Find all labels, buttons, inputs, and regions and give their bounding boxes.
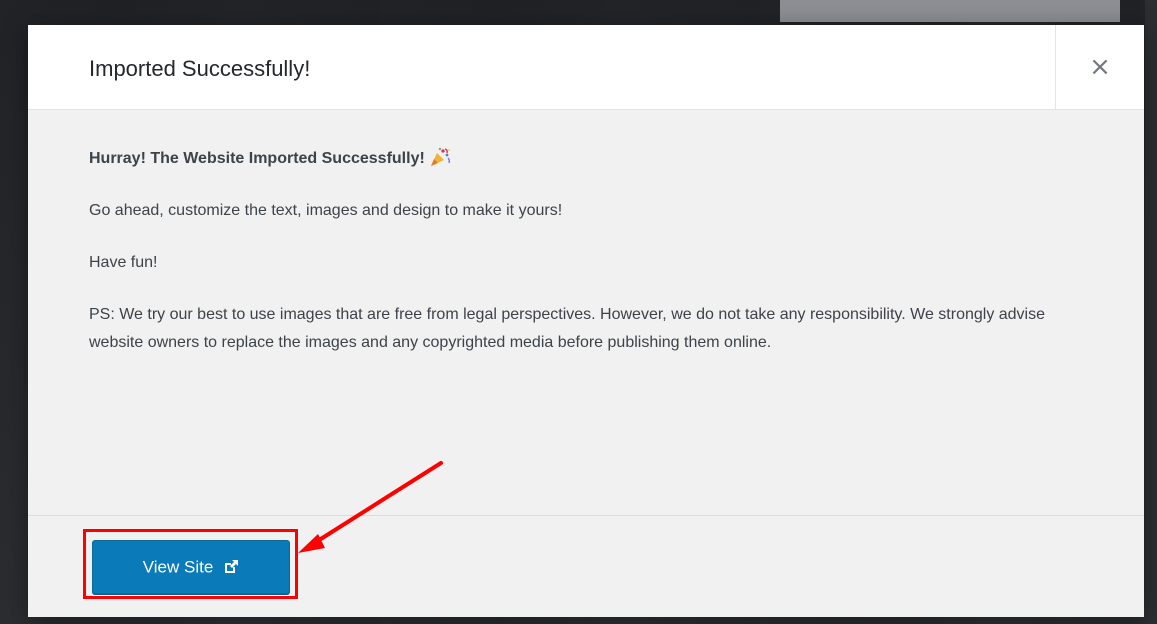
success-message-text: Hurray! The Website Imported Successfull… bbox=[89, 150, 425, 167]
view-site-label: View Site bbox=[142, 557, 214, 577]
close-button[interactable]: × bbox=[1055, 25, 1144, 109]
fun-message: Have fun! bbox=[89, 254, 158, 271]
modal-header: Imported Successfully! × bbox=[28, 25, 1144, 110]
disclaimer-message: PS: We try our best to use images that a… bbox=[89, 306, 1046, 351]
success-message: Hurray! The Website Imported Successfull… bbox=[89, 145, 1099, 173]
view-site-button[interactable]: View Site bbox=[92, 540, 290, 594]
backdrop-edge bbox=[1145, 0, 1157, 624]
import-success-modal: Imported Successfully! × Hurray! The Web… bbox=[28, 25, 1144, 617]
modal-title: Imported Successfully! bbox=[89, 56, 311, 81]
party-popper-icon bbox=[429, 147, 451, 167]
backdrop-highlight bbox=[780, 0, 1120, 22]
modal-body: Hurray! The Website Imported Successfull… bbox=[89, 145, 1099, 357]
customize-message: Go ahead, customize the text, images and… bbox=[89, 202, 563, 219]
external-link-icon bbox=[223, 559, 239, 575]
modal-footer: View Site bbox=[28, 515, 1144, 617]
